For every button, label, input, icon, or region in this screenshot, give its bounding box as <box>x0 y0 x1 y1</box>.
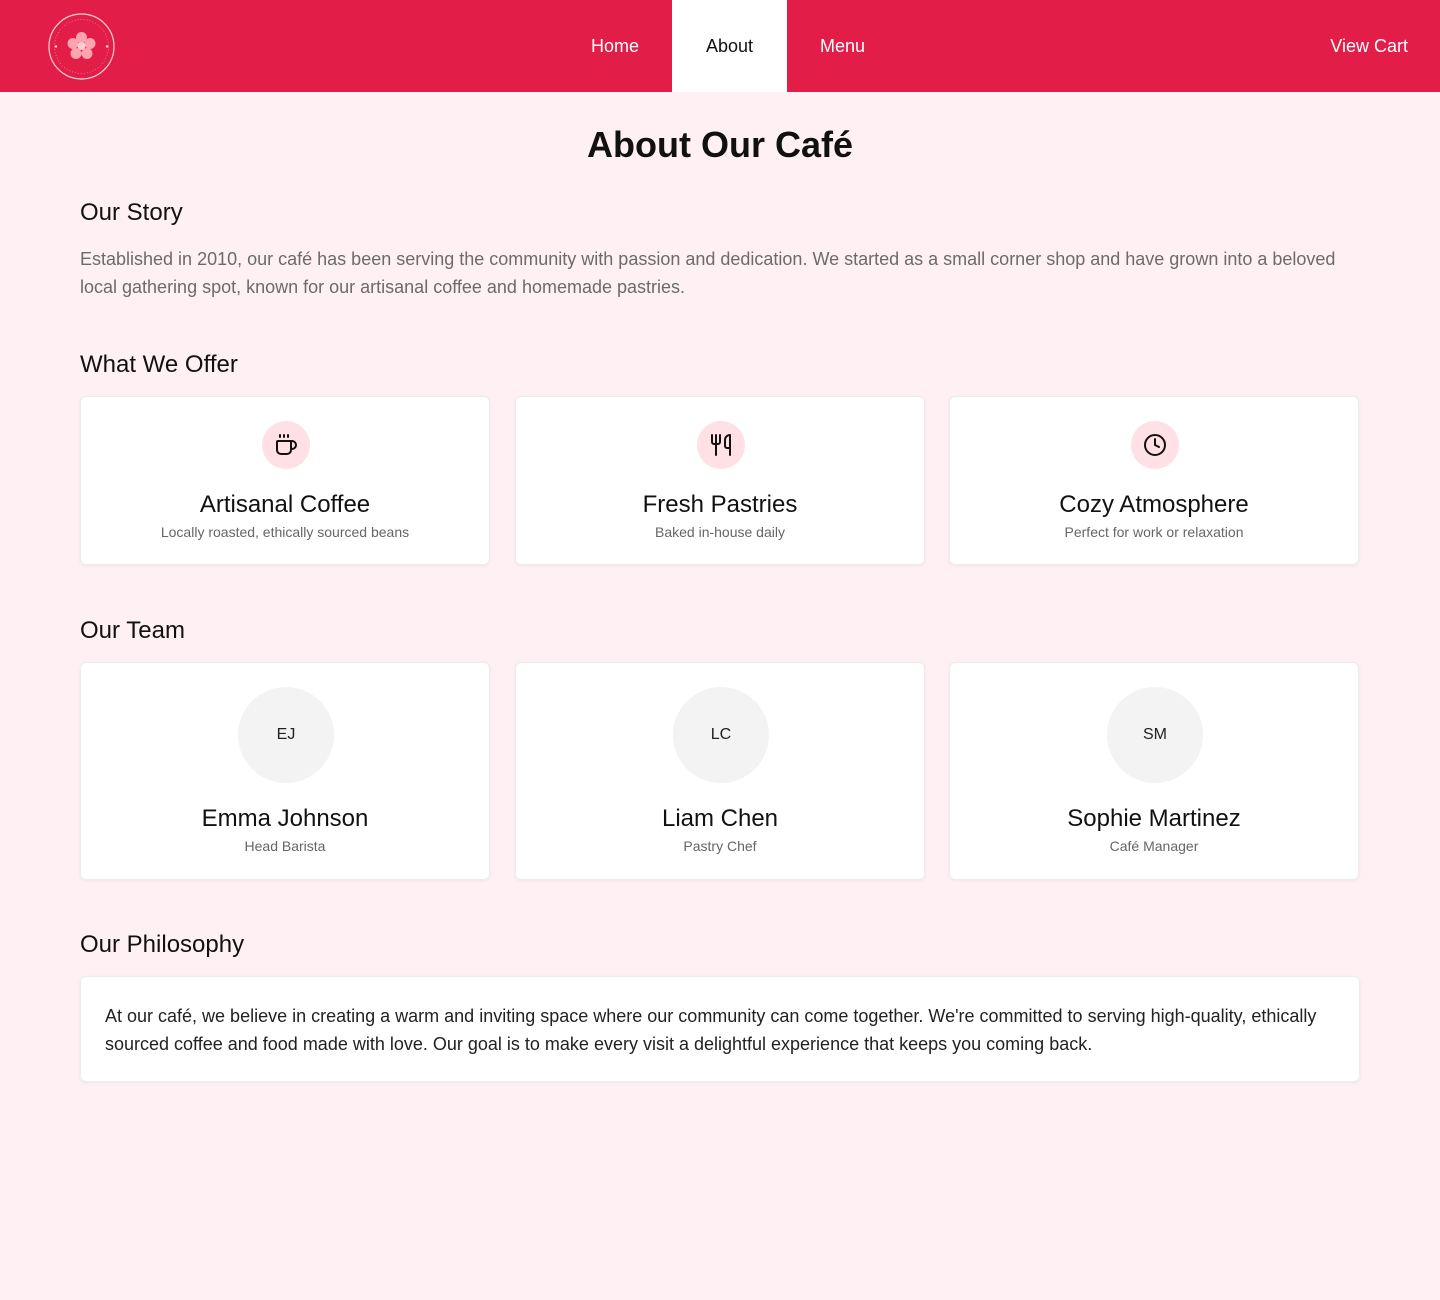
member-name: Sophie Martinez <box>1067 805 1241 832</box>
offer-description: Perfect for work or relaxation <box>1064 524 1244 540</box>
coffee-cup-icon <box>262 421 310 469</box>
team-card-emma: EJ Emma Johnson Head Barista <box>80 662 490 880</box>
our-story-text: Established in 2010, our café has been s… <box>80 249 1336 297</box>
member-name: Emma Johnson <box>201 805 369 832</box>
member-role: Café Manager <box>1109 838 1199 854</box>
member-role: Head Barista <box>244 838 326 854</box>
our-team-heading: Our Team <box>80 617 185 644</box>
nav-about-link[interactable]: About <box>672 0 787 92</box>
offer-description: Locally roasted, ethically sourced beans <box>160 524 410 540</box>
philosophy-card: At our café, we believe in creating a wa… <box>80 976 1360 1082</box>
member-role: Pastry Chef <box>683 838 757 854</box>
cafe-logo-icon[interactable] <box>47 12 116 81</box>
offer-title: Cozy Atmosphere <box>1059 491 1249 518</box>
offer-title: Artisanal Coffee <box>199 491 371 518</box>
philosophy-text: At our café, we believe in creating a wa… <box>105 1006 1317 1054</box>
member-name: Liam Chen <box>661 805 779 832</box>
avatar: SM <box>1107 687 1203 783</box>
our-story-heading: Our Story <box>80 199 183 226</box>
our-philosophy-heading: Our Philosophy <box>80 931 245 958</box>
main-nav: Home About Menu <box>558 0 898 92</box>
page-title: About Our Café <box>587 124 853 165</box>
offer-card-pastries: Fresh Pastries Baked in-house daily <box>515 396 925 565</box>
team-card-liam: LC Liam Chen Pastry Chef <box>515 662 925 880</box>
nav-menu-link[interactable]: Menu <box>787 0 898 92</box>
offer-card-atmosphere: Cozy Atmosphere Perfect for work or rela… <box>949 396 1359 565</box>
utensils-icon <box>697 421 745 469</box>
avatar: LC <box>673 687 769 783</box>
avatar: EJ <box>238 687 334 783</box>
top-navbar: Home About Menu View Cart <box>0 0 1440 92</box>
what-we-offer-heading: What We Offer <box>80 351 238 378</box>
view-cart-link[interactable]: View Cart <box>1330 0 1408 92</box>
offer-description: Baked in-house daily <box>655 524 785 540</box>
nav-home-link[interactable]: Home <box>558 0 672 92</box>
clock-icon <box>1131 421 1179 469</box>
team-card-sophie: SM Sophie Martinez Café Manager <box>949 662 1359 880</box>
offer-title: Fresh Pastries <box>642 491 798 518</box>
offer-card-coffee: Artisanal Coffee Locally roasted, ethica… <box>80 396 490 565</box>
